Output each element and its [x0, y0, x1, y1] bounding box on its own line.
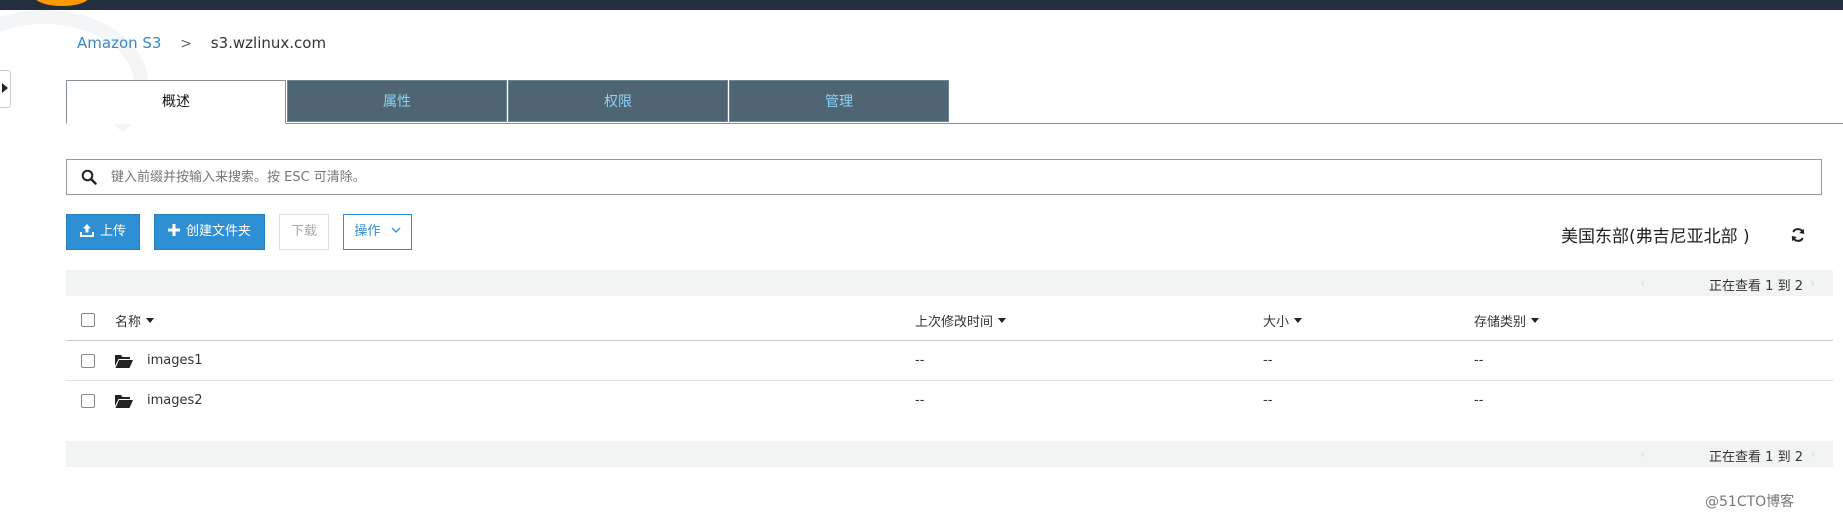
row-checkbox[interactable] [81, 353, 95, 368]
column-header-modified: 上次修改时间 [915, 314, 994, 330]
pagination-bar-top: ‹ 正在查看 1 到 2 › [66, 270, 1833, 296]
aws-logo[interactable] [34, 0, 90, 6]
folder-open-icon [115, 394, 133, 408]
object-name-link[interactable]: images2 [147, 393, 203, 408]
region-label: 美国东部(弗吉尼亚北部 ) [1561, 227, 1750, 247]
actions-label: 操作 [354, 224, 381, 239]
storage-class-value: -- [1474, 353, 1484, 368]
column-size[interactable]: 大小 [1263, 300, 1303, 340]
size-value: -- [1263, 393, 1273, 408]
caret-right-icon [2, 83, 8, 93]
column-header-size: 大小 [1263, 314, 1290, 330]
row-checkbox[interactable] [81, 393, 95, 408]
search-box [66, 159, 1822, 195]
sort-caret-icon [998, 317, 1007, 323]
pager-next-icon[interactable]: › [1810, 447, 1815, 461]
actions-dropdown-button[interactable]: 操作 [343, 214, 412, 250]
table-header: 名称 上次修改时间 大小 存储类别 [66, 300, 1833, 341]
sort-caret-icon [1531, 317, 1540, 323]
download-button[interactable]: 下载 [279, 214, 329, 250]
folder-open-icon [115, 354, 133, 368]
size-value: -- [1263, 353, 1273, 368]
watermark: @51CTO博客 [1705, 494, 1795, 510]
pager-next-icon[interactable]: › [1810, 276, 1815, 290]
pagination-bar-bottom: ‹ 正在查看 1 到 2 › [66, 441, 1833, 467]
breadcrumb: Amazon S3 > s3.wzlinux.com [77, 34, 326, 52]
tab-bar: 概述 属性 权限 管理 [66, 80, 949, 124]
storage-class-value: -- [1474, 393, 1484, 408]
column-header-name: 名称 [115, 314, 142, 330]
search-input[interactable] [111, 160, 1791, 194]
pagination-text-top: 正在查看 1 到 2 [1709, 279, 1803, 294]
select-all-checkbox[interactable] [81, 313, 95, 327]
plus-icon [167, 224, 180, 236]
refresh-icon[interactable] [1790, 227, 1806, 243]
sort-caret-icon [1294, 317, 1303, 323]
table-row[interactable]: images2 -- -- -- [66, 381, 1833, 420]
pagination-text-bottom: 正在查看 1 到 2 [1709, 450, 1803, 465]
upload-icon [79, 223, 94, 237]
upload-button[interactable]: 上传 [66, 214, 140, 250]
create-folder-button[interactable]: 创建文件夹 [154, 214, 265, 250]
tab-permissions[interactable]: 权限 [508, 80, 728, 122]
top-nav-bar [0, 0, 1843, 10]
search-icon [81, 169, 97, 185]
column-name[interactable]: 名称 [115, 300, 155, 340]
tab-properties[interactable]: 属性 [287, 80, 507, 122]
column-storage-class[interactable]: 存储类别 [1474, 300, 1540, 340]
pager-prev-icon[interactable]: ‹ [1640, 447, 1645, 461]
chevron-down-icon [391, 227, 401, 233]
sidebar-toggle-button[interactable] [0, 70, 11, 108]
column-header-storage-class: 存储类别 [1474, 314, 1527, 330]
modified-value: -- [915, 353, 925, 368]
modified-value: -- [915, 393, 925, 408]
breadcrumb-separator-icon: > [180, 36, 192, 52]
pager-prev-icon[interactable]: ‹ [1640, 276, 1645, 290]
tab-management[interactable]: 管理 [729, 80, 949, 122]
object-table: 名称 上次修改时间 大小 存储类别 images1 -- -- -- image… [66, 300, 1833, 420]
select-all-checkbox-cell [81, 300, 95, 340]
breadcrumb-root-link[interactable]: Amazon S3 [77, 34, 161, 52]
object-name-link[interactable]: images1 [147, 353, 203, 368]
breadcrumb-current: s3.wzlinux.com [210, 34, 327, 52]
table-row[interactable]: images1 -- -- -- [66, 341, 1833, 381]
sort-caret-icon [146, 317, 155, 323]
tab-overview[interactable]: 概述 [66, 80, 286, 124]
upload-label: 上传 [99, 224, 126, 239]
create-folder-label: 创建文件夹 [185, 224, 251, 239]
column-modified[interactable]: 上次修改时间 [915, 300, 1007, 340]
